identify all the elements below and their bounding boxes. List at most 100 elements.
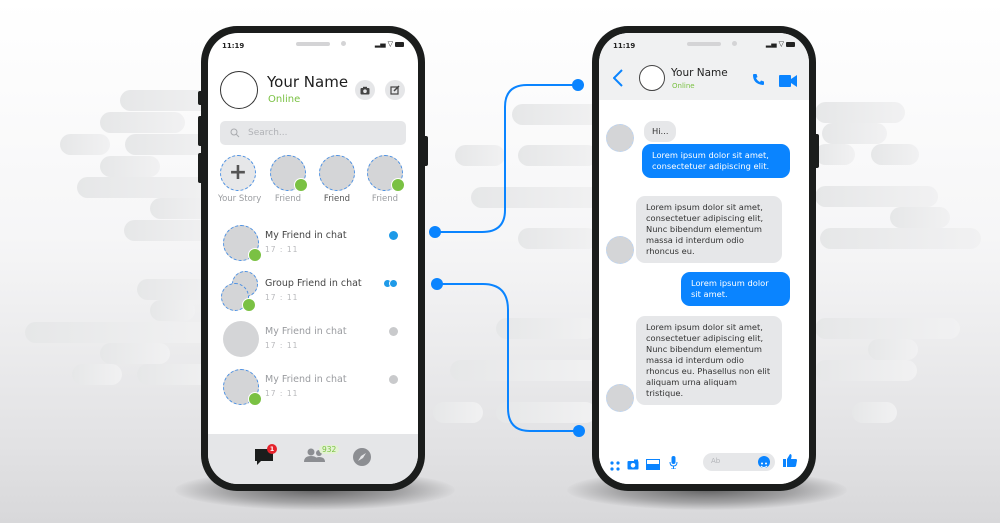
search-input[interactable]: Search...	[220, 121, 406, 145]
chat-list-item[interactable]: My Friend in chat 17 : 11	[220, 320, 406, 364]
story-label: Your Story	[218, 194, 262, 204]
phone-conversation: 11:19 ▂▄ ▽ Your Name Online Hi... Lorem	[592, 26, 819, 491]
message-input-placeholder: Ab	[711, 457, 721, 465]
story-label: Friend	[323, 194, 351, 204]
back-icon	[612, 69, 623, 87]
volume-button	[198, 91, 203, 105]
contact-avatar[interactable]	[639, 65, 665, 91]
story-your-story[interactable]: + Your Story	[218, 155, 262, 204]
story-friend[interactable]: Friend	[365, 155, 405, 204]
story-avatar	[319, 155, 355, 191]
back-button[interactable]	[612, 69, 623, 91]
chat-avatar	[223, 369, 262, 406]
chat-list-item[interactable]: Group Friend in chat 17 : 11	[220, 271, 406, 316]
phone-chat-list: 11:19 ▂▄ ▽ Your Name Online Search... + …	[198, 26, 428, 491]
connector-lines	[435, 84, 579, 432]
connector-dot	[572, 79, 584, 91]
image-icon	[646, 459, 660, 470]
search-placeholder: Search...	[248, 128, 288, 138]
camera-icon	[627, 459, 639, 470]
chat-name: My Friend in chat	[265, 326, 347, 337]
chat-time: 17 : 11	[265, 389, 299, 398]
story-avatar	[367, 155, 405, 192]
chat-list-item[interactable]: My Friend in chat 17 : 11	[220, 368, 406, 412]
connector-line-bottom	[437, 283, 579, 432]
tab-discover[interactable]	[353, 448, 371, 466]
connector-dot	[431, 278, 443, 290]
emoji-icon[interactable]	[758, 456, 770, 468]
chat-time: 17 : 11	[265, 245, 299, 254]
speaker	[687, 42, 721, 46]
microphone-icon	[669, 456, 678, 470]
phone-icon	[753, 74, 764, 85]
signal-icon: ▂▄	[765, 40, 777, 48]
profile-name: Your Name	[267, 73, 349, 91]
people-badge: 932	[319, 445, 340, 454]
contact-status: Online	[672, 82, 695, 90]
message-avatar	[606, 124, 634, 152]
chat-list-item[interactable]: My Friend in chat 17 : 11	[220, 224, 406, 268]
volume-button	[198, 116, 203, 146]
voice-button[interactable]	[669, 454, 678, 473]
message-incoming: Lorem ipsum dolor sit amet, consectetuer…	[636, 196, 782, 263]
wifi-icon: ▽	[387, 40, 393, 48]
message-avatar	[606, 384, 634, 412]
call-button[interactable]	[752, 71, 765, 90]
online-indicator	[248, 392, 262, 406]
camera-button[interactable]	[355, 80, 375, 100]
chats-badge: 1	[267, 444, 277, 454]
video-call-button[interactable]	[779, 72, 797, 91]
plus-icon: +	[228, 160, 248, 185]
chat-avatar	[223, 225, 262, 262]
apps-button[interactable]	[610, 456, 620, 475]
connector-line-top	[435, 84, 578, 233]
search-icon	[230, 128, 240, 138]
status-icons: ▂▄ ▽	[375, 40, 404, 48]
story-avatar	[270, 155, 308, 192]
conversation-header: 11:19 ▂▄ ▽ Your Name Online	[599, 33, 809, 100]
battery-icon	[786, 41, 795, 47]
chat-time: 17 : 11	[265, 293, 299, 302]
message-composer: Ab	[599, 439, 809, 484]
like-button[interactable]	[783, 452, 797, 471]
tab-people[interactable]: 932	[303, 445, 340, 462]
bottom-tab-bar: 1 932	[208, 434, 418, 484]
chat-name: My Friend in chat	[265, 374, 347, 385]
chat-time: 17 : 11	[265, 341, 299, 350]
contact-name: Your Name	[671, 67, 728, 79]
power-button	[814, 134, 819, 168]
read-indicator	[389, 327, 398, 336]
story-friend[interactable]: Friend	[268, 155, 308, 204]
screen: 11:19 ▂▄ ▽ Your Name Online Search... + …	[208, 33, 418, 484]
story-friend[interactable]: Friend	[317, 155, 357, 204]
camera-button[interactable]	[627, 455, 639, 474]
front-camera	[341, 41, 346, 46]
profile-status: Online	[268, 94, 301, 105]
connector-dot	[429, 226, 441, 238]
story-label: Friend	[371, 194, 399, 204]
online-indicator	[248, 248, 262, 262]
compose-button[interactable]	[385, 80, 405, 100]
message-outgoing: Lorem ipsum dolor sit amet, consectetuer…	[642, 144, 790, 178]
status-time: 11:19	[222, 42, 245, 50]
gallery-button[interactable]	[646, 455, 660, 474]
video-icon	[779, 75, 797, 87]
story-avatar: +	[220, 155, 256, 191]
tab-chats[interactable]: 1	[254, 444, 277, 466]
online-indicator	[391, 178, 405, 192]
message-avatar	[606, 236, 634, 264]
apps-grid-icon	[610, 461, 620, 471]
profile-avatar[interactable]	[220, 71, 258, 109]
screen: 11:19 ▂▄ ▽ Your Name Online Hi... Lorem	[599, 33, 809, 484]
chat-name: Group Friend in chat	[265, 278, 362, 289]
chat-name: My Friend in chat	[265, 230, 347, 241]
signal-icon: ▂▄	[374, 40, 386, 48]
speaker	[296, 42, 330, 46]
compass-icon	[353, 448, 371, 466]
front-camera	[732, 41, 737, 46]
message-input[interactable]: Ab	[703, 453, 775, 471]
online-indicator	[294, 178, 308, 192]
message-incoming: Lorem ipsum dolor sit amet, consectetuer…	[636, 316, 782, 405]
connector-dot	[573, 425, 585, 437]
compose-icon	[390, 85, 400, 95]
